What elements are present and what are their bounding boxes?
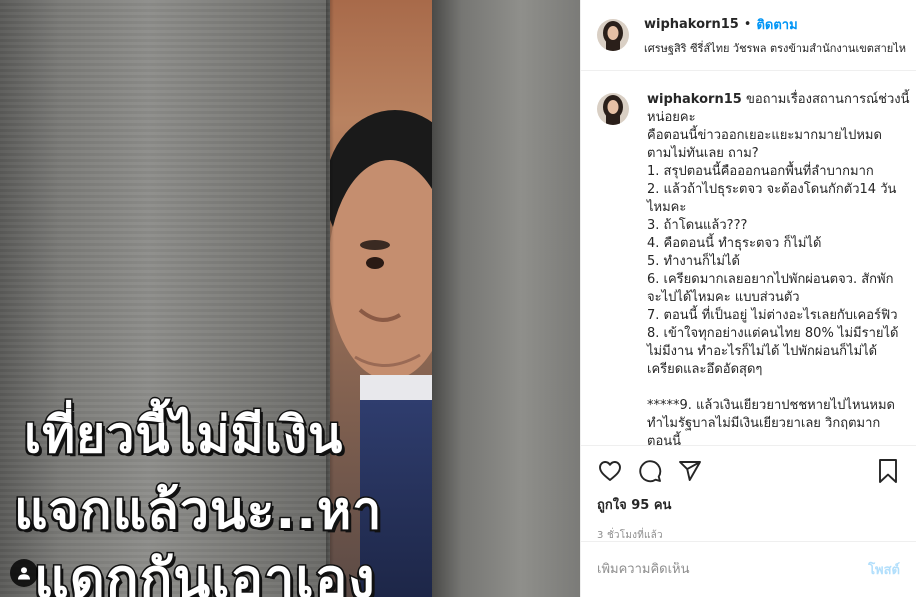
caption-line: 2. แล้วถ้าไปธุระตจว จะต้องโดนกักตัว14 วั… <box>647 182 897 197</box>
post-sidebar: wiphakorn15 • ติดตาม เศรษฐสิริ ซีรี่ส์ไท… <box>580 0 916 597</box>
comment-button[interactable] <box>637 458 663 484</box>
avatar[interactable] <box>597 19 629 51</box>
action-bar: ถูกใจ 95 คน 3 ชั่วโมงที่แล้ว <box>581 445 916 541</box>
caption-line: เครียดและอึดอัดสุดๆ <box>647 362 763 377</box>
bookmark-icon <box>879 459 897 483</box>
caption-username[interactable]: wiphakorn15 <box>647 92 742 107</box>
avatar-image <box>597 93 629 125</box>
caption-line: 7. ตอนนี้ ที่เป็นอยู่ ไม่ต่างอะไรเลยกับเ… <box>647 308 898 323</box>
location-link[interactable]: เศรษฐสิริ ซีรี่ส์ไทย วัชรพล ตรงข้ามสำนัก… <box>644 39 906 57</box>
caption-line: 6. เครียดมากเลยอยากไปพักผ่อนตจว. สักพัก <box>647 272 894 287</box>
username-link[interactable]: wiphakorn15 <box>644 17 739 32</box>
heart-icon <box>599 461 621 481</box>
likes-count[interactable]: ถูกใจ 95 คน <box>597 494 900 515</box>
caption-text: wiphakorn15 ขอถามเรื่องสถานการณ์ช่วงนี้ … <box>647 91 910 445</box>
comment-icon <box>639 460 662 483</box>
caption-line: ไม่มีงาน ทำอะไรก็ไม่ได้ ไปพักผ่อนก็ไม่ได… <box>647 344 878 359</box>
share-icon <box>679 461 701 481</box>
post-header: wiphakorn15 • ติดตาม เศรษฐสิริ ซีรี่ส์ไท… <box>581 0 916 71</box>
caption-line: จะไปได้ไหมคะ แบบส่วนตัว <box>647 290 800 305</box>
post-image[interactable]: เที่ยวนี้ไม่มีเงิน แจกแล้วนะ..หา แดกกันเ… <box>0 0 580 597</box>
caption-line: 4. คือตอนนี้ ทำธุระตจว ก็ไม่ได้ <box>647 236 822 251</box>
caption-line: หน่อยคะ <box>647 110 696 125</box>
share-button[interactable] <box>677 458 703 484</box>
caption-line: ตามไม่ทันเลย ถาม? <box>647 146 759 161</box>
caption-line <box>647 379 903 397</box>
avatar[interactable] <box>597 93 629 125</box>
caption-line: ไหมคะ <box>647 200 687 215</box>
follow-button[interactable]: ติดตาม <box>756 14 797 35</box>
add-comment-bar: โพสต์ <box>581 541 916 597</box>
caption-line: ทำไมรัฐบาลไม่มีเงินเยียวยาเลย วิกฤตมาก <box>647 416 881 431</box>
caption-line: ตอนนี้ <box>647 434 682 445</box>
caption-line: 5. ทำงานก็ไม่ได้ <box>647 254 740 269</box>
comments-area[interactable]: wiphakorn15 ขอถามเรื่องสถานการณ์ช่วงนี้ … <box>581 71 916 445</box>
caption-line: 3. ถ้าโดนแล้ว??? <box>647 218 748 233</box>
post-comment-button[interactable]: โพสต์ <box>868 559 900 580</box>
user-icon <box>18 567 30 580</box>
caption-line: 8. เข้าใจทุกอย่างแต่คนไทย 80% ไม่มีรายได… <box>647 326 899 341</box>
like-button[interactable] <box>597 458 623 484</box>
caption-line: 1. สรุปตอนนี้คือออกนอกพื้นที่ลำบากมาก <box>647 164 874 179</box>
instagram-post: เที่ยวนี้ไม่มีเงิน แจกแล้วนะ..หา แดกกันเ… <box>0 0 916 597</box>
caption-line: ขอถามเรื่องสถานการณ์ช่วงนี้ <box>745 92 910 107</box>
avatar-image <box>597 19 629 51</box>
tagged-users-button[interactable] <box>10 559 38 587</box>
post-timestamp[interactable]: 3 ชั่วโมงที่แล้ว <box>597 528 900 543</box>
image-caption-line-3: แดกกันเอาเอง <box>33 546 377 597</box>
caption-comment: wiphakorn15 ขอถามเรื่องสถานการณ์ช่วงนี้ … <box>597 91 910 445</box>
separator-dot: • <box>743 16 752 32</box>
comment-input[interactable] <box>597 562 869 577</box>
caption-line: *****9. แล้วเงินเยียวยาปชชหายไปไหนหมด <box>647 398 896 413</box>
save-button[interactable] <box>876 458 900 488</box>
caption-line: คือตอนนี้ข่าวออกเยอะแยะมากมายไปหมด <box>647 128 882 143</box>
image-caption-line-1: เที่ยวนี้ไม่มีเงิน <box>23 405 344 466</box>
